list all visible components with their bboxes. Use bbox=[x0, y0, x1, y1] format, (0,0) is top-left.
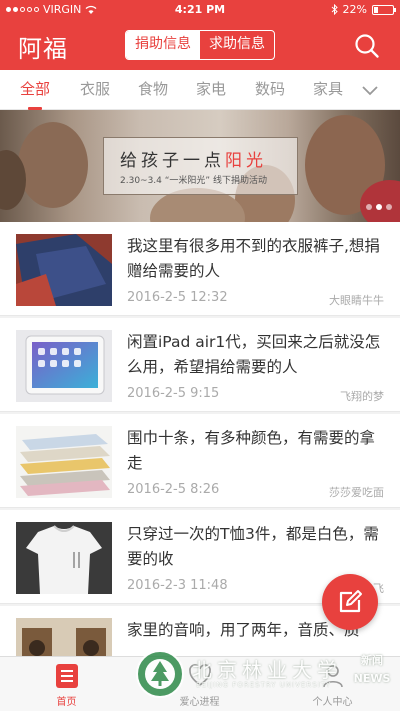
banner-caption: 给孩子一点阳光 2.30~3.4 “一米阳光” 线下捐助活动 bbox=[103, 137, 298, 195]
tab-food[interactable]: 食物 bbox=[138, 70, 168, 110]
tab-all[interactable]: 全部 bbox=[20, 70, 50, 110]
post-title: 我这里有很多用不到的衣服裤子,想捐赠给需要的人 bbox=[127, 237, 380, 280]
battery-percent: 22% bbox=[342, 3, 367, 16]
list-item[interactable]: 我这里有很多用不到的衣服裤子,想捐赠给需要的人 2016-2-5 12:32 大… bbox=[0, 222, 400, 316]
list-item[interactable]: 闲置iPad air1代，买回来之后就没怎么用，希望捐给需要的人 2016-2-… bbox=[0, 318, 400, 412]
post-title: 只穿过一次的T恤3件，都是白色，需要的收 bbox=[127, 525, 379, 568]
university-emblem-icon bbox=[136, 650, 184, 698]
post-author: 飞翔的梦 bbox=[340, 390, 384, 403]
nav-label: 首页 bbox=[56, 697, 77, 708]
post-author: 大眼睛牛牛 bbox=[329, 294, 384, 307]
new-post-button[interactable] bbox=[322, 574, 378, 630]
post-thumbnail-scarves bbox=[16, 426, 112, 498]
tab-digital[interactable]: 数码 bbox=[255, 70, 285, 110]
banner-title: 给孩子一点阳光 bbox=[120, 146, 267, 171]
post-date: 2016-2-5 12:32 bbox=[127, 290, 228, 305]
post-author: 莎莎爱吃面 bbox=[329, 486, 384, 499]
edit-icon bbox=[339, 590, 362, 613]
post-thumbnail-ipad bbox=[16, 330, 112, 402]
home-icon bbox=[56, 664, 78, 688]
post-date: 2016-2-3 11:48 bbox=[127, 578, 228, 593]
chevron-down-icon[interactable] bbox=[360, 80, 380, 100]
post-thumbnail-tshirt bbox=[16, 522, 112, 594]
watermark-name: 北京林业大学 bbox=[192, 658, 342, 682]
post-thumbnail-clothes bbox=[16, 234, 112, 306]
post-title: 闲置iPad air1代，买回来之后就没怎么用，希望捐给需要的人 bbox=[127, 333, 381, 376]
post-title: 围巾十条，有多种颜色，有需要的拿走 bbox=[127, 429, 376, 472]
app-logo: 阿福 bbox=[18, 35, 68, 63]
post-date: 2016-2-5 9:15 bbox=[127, 386, 220, 401]
promo-banner[interactable]: 给孩子一点阳光 2.30~3.4 “一米阳光” 线下捐助活动 bbox=[0, 110, 400, 222]
app-header: VIRGIN 4:21 PM 22% 阿福 捐助信息 求助信息 bbox=[0, 0, 400, 70]
tab-furniture[interactable]: 家具 bbox=[313, 70, 343, 110]
tab-clothes[interactable]: 衣服 bbox=[80, 70, 110, 110]
battery-icon bbox=[372, 4, 396, 15]
banner-dot[interactable] bbox=[386, 204, 392, 210]
banner-pagination bbox=[366, 204, 392, 210]
watermark-english: BEIJING FORESTRY UNIVERSITY bbox=[196, 681, 332, 689]
bluetooth-icon bbox=[331, 4, 338, 15]
list-item[interactable]: 围巾十条，有多种颜色，有需要的拿走 2016-2-5 8:26 莎莎爱吃面 bbox=[0, 414, 400, 508]
banner-title-highlight: 阳光 bbox=[225, 151, 267, 171]
tab-appliances[interactable]: 家电 bbox=[196, 70, 226, 110]
segment-donation-info[interactable]: 捐助信息 bbox=[126, 31, 200, 59]
search-icon[interactable] bbox=[354, 33, 380, 59]
banner-photo bbox=[18, 122, 88, 208]
category-tabs: 全部 衣服 食物 家电 数码 家具 bbox=[0, 70, 400, 110]
banner-title-text: 给孩子一点 bbox=[120, 151, 225, 171]
status-right: 22% bbox=[331, 3, 396, 16]
segment-help-request[interactable]: 求助信息 bbox=[200, 31, 274, 59]
banner-subtitle: 2.30~3.4 “一米阳光” 线下捐助活动 bbox=[120, 176, 267, 186]
post-date: 2016-2-5 8:26 bbox=[127, 482, 220, 497]
banner-dot-active[interactable] bbox=[376, 204, 382, 210]
watermark-news-tag: 新闻 NEWS bbox=[353, 654, 391, 685]
info-type-switch: 捐助信息 求助信息 bbox=[125, 30, 275, 60]
banner-dot[interactable] bbox=[366, 204, 372, 210]
status-bar: VIRGIN 4:21 PM 22% bbox=[0, 0, 400, 20]
nav-home[interactable]: 首页 bbox=[0, 657, 133, 711]
university-watermark: 北京林业大学 BEIJING FORESTRY UNIVERSITY 新闻 NE… bbox=[130, 648, 400, 700]
